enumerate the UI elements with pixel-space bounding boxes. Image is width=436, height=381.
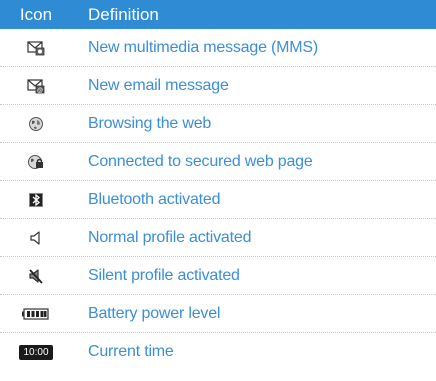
globe-icon [29, 116, 43, 131]
table-row: Connected to secured web page [0, 143, 436, 181]
clock-badge-icon: 10:00 [19, 344, 53, 360]
speaker-muted-icon [29, 268, 43, 284]
row-definition: Current time [88, 343, 174, 360]
row-definition: Normal profile activated [88, 228, 252, 246]
row-definition: Silent profile activated [88, 266, 240, 284]
table-row: Silent profile activated [0, 257, 436, 295]
table-header: Icon Definition [0, 0, 436, 29]
table-row: @ New email message [0, 67, 436, 105]
bluetooth-icon [29, 192, 43, 207]
table-row: Browsing the web [0, 105, 436, 143]
table-row: Battery power level [0, 295, 436, 333]
header-icon-column: Icon [19, 5, 53, 24]
row-definition: New multimedia message (MMS) [88, 38, 319, 56]
speaker-icon [30, 230, 40, 245]
row-definition: Connected to secured web page [88, 152, 313, 170]
mms-envelope-icon [27, 40, 45, 55]
table-row: Bluetooth activated [0, 181, 436, 219]
battery-icon [22, 307, 49, 320]
table-row: New multimedia message (MMS) [0, 29, 436, 67]
row-definition: Battery power level [88, 304, 221, 322]
email-envelope-icon: @ [27, 78, 45, 94]
row-definition: Browsing the web [88, 114, 212, 132]
row-definition: Bluetooth activated [88, 190, 221, 208]
table-row: 10:00 Current time [0, 333, 436, 371]
table-row: Normal profile activated [0, 219, 436, 257]
svg-text:@: @ [37, 88, 43, 94]
clock-badge-text: 10:00 [23, 346, 49, 358]
row-definition: New email message [88, 76, 229, 94]
secure-globe-icon [28, 154, 43, 169]
header-definition-column: Definition [88, 5, 159, 24]
icon-definition-table: Icon Definition New multimedia message (… [0, 0, 436, 371]
